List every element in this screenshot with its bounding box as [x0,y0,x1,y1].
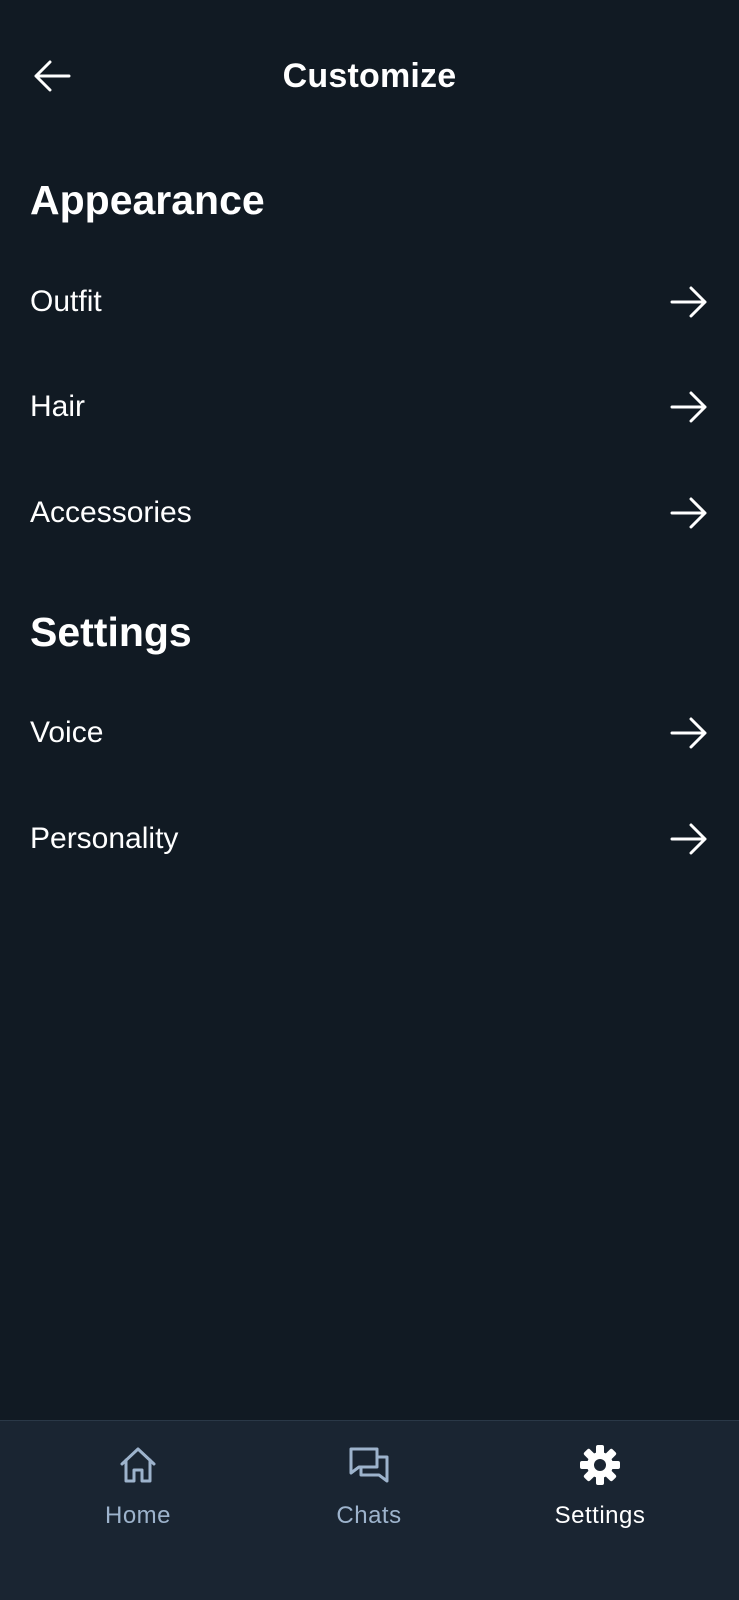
nav-label-chats: Chats [336,1502,402,1529]
menu-item-label: Outfit [30,285,102,318]
customize-screen: Customize Appearance Outfit Hair Accesso… [0,0,739,1600]
section-title-appearance: Appearance [30,177,265,223]
menu-item-label: Voice [30,716,104,749]
menu-item-outfit[interactable]: Outfit [0,257,739,347]
arrow-right-icon [669,713,709,753]
nav-item-chats[interactable]: Chats [269,1443,469,1553]
menu-item-hair[interactable]: Hair [0,362,739,452]
home-icon [116,1443,160,1487]
arrow-right-icon [669,387,709,427]
nav-label-home: Home [104,1502,172,1529]
menu-item-label: Hair [30,390,86,423]
menu-item-voice[interactable]: Voice [0,688,739,778]
section-title-settings: Settings [30,609,192,655]
page-title: Customize [282,57,457,95]
chat-bubbles-icon [347,1443,391,1487]
arrow-right-icon [669,282,709,322]
menu-item-label: Personality [30,822,179,855]
menu-item-label: Accessories [30,496,192,529]
nav-item-home[interactable]: Home [38,1443,238,1553]
arrow-right-icon [669,819,709,859]
arrow-right-icon [669,493,709,533]
header: Customize [0,0,739,150]
menu-item-accessories[interactable]: Accessories [0,468,739,558]
gear-icon [578,1443,622,1487]
menu-item-personality[interactable]: Personality [0,794,739,884]
bottom-nav: Home Chats Settings [0,1420,739,1600]
nav-item-settings[interactable]: Settings [500,1443,700,1553]
nav-label-settings: Settings [554,1502,646,1529]
